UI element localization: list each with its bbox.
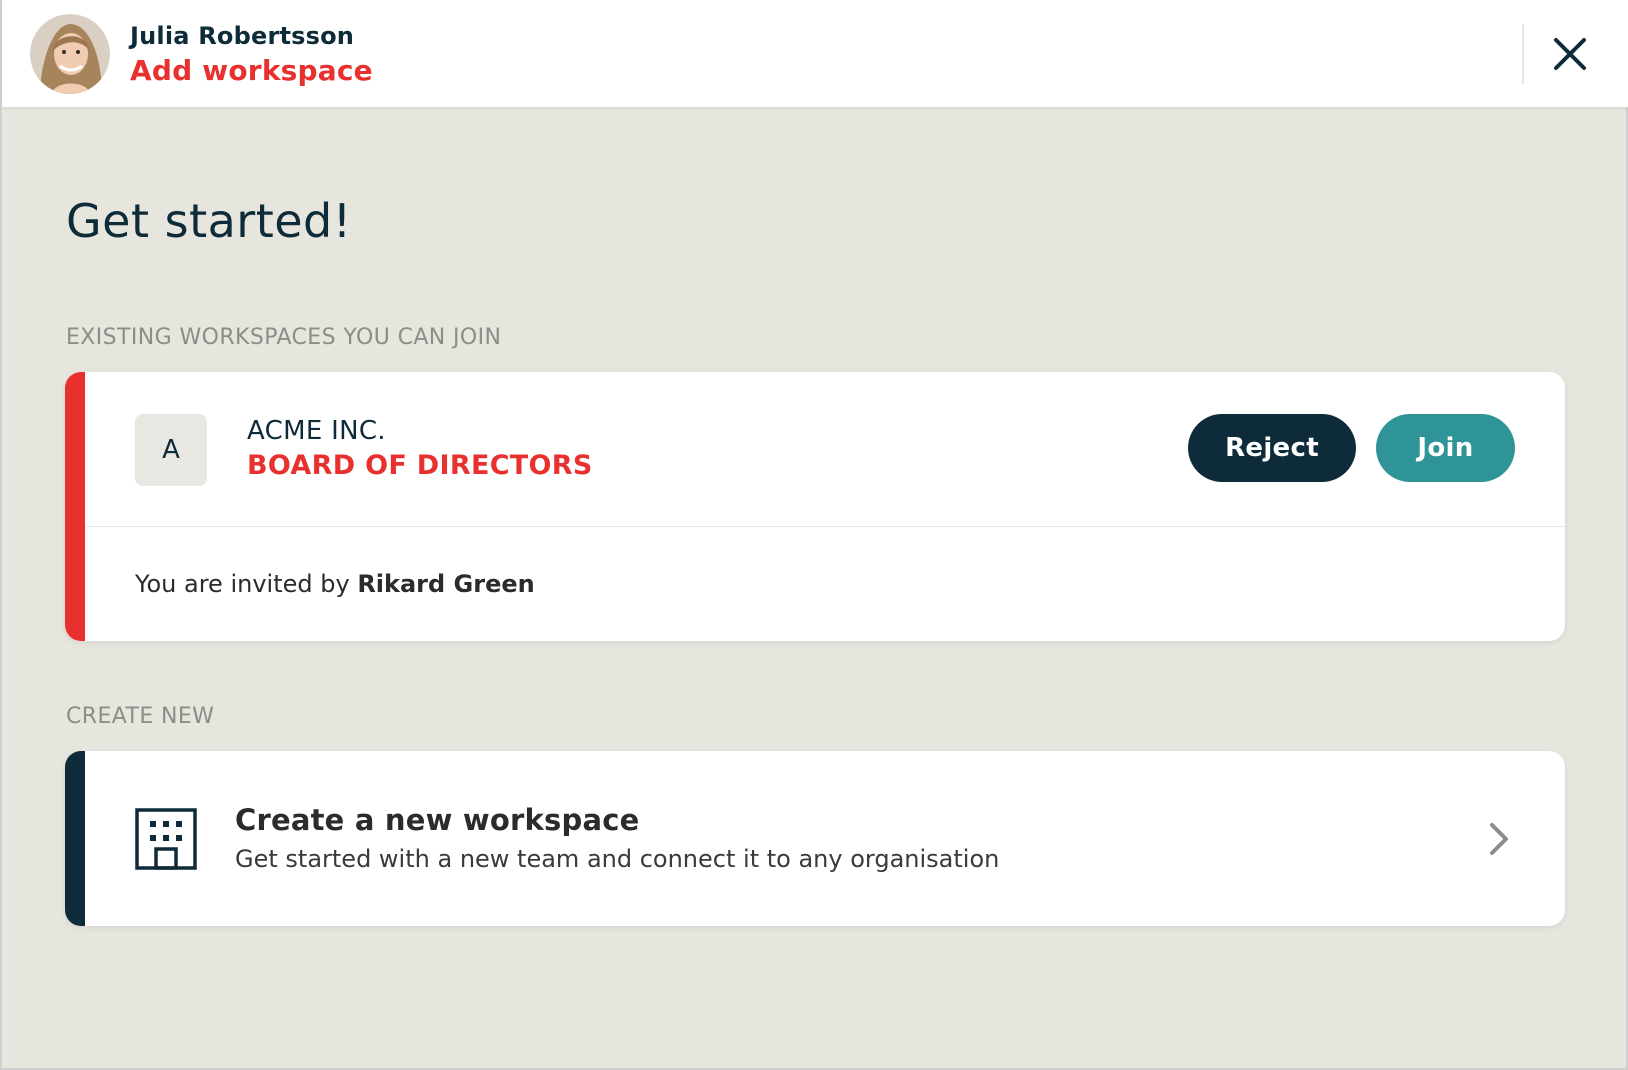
create-workspace-description: Get started with a new team and connect …	[235, 845, 1000, 873]
close-icon	[1554, 38, 1586, 70]
workspace-organisation: ACME INC.	[247, 416, 386, 446]
user-name: Julia Robertsson	[130, 22, 355, 50]
page-title: Get started!	[66, 194, 352, 248]
card-accent-stripe	[65, 372, 85, 641]
existing-workspaces-label: EXISTING WORKSPACES YOU CAN JOIN	[66, 325, 502, 350]
avatar-icon	[30, 14, 110, 94]
inviter-name: Rikard Green	[357, 570, 535, 598]
header-bar: Julia Robertsson Add workspace	[2, 0, 1628, 108]
header-subtitle: Add workspace	[130, 54, 373, 87]
app-window: Julia Robertsson Add workspace Get start…	[0, 0, 1628, 1070]
building-icon	[135, 808, 197, 870]
workspace-name: BOARD OF DIRECTORS	[247, 450, 593, 481]
invited-by-prefix: You are invited by	[135, 570, 350, 598]
header-divider	[1522, 24, 1524, 84]
invited-by-text: You are invited by Rikard Green	[135, 570, 535, 598]
chevron-right-icon	[1485, 821, 1513, 857]
create-new-label: CREATE NEW	[66, 704, 215, 729]
workspace-invite-card: A ACME INC. BOARD OF DIRECTORS Reject Jo…	[65, 372, 1565, 641]
reject-button[interactable]: Reject	[1188, 414, 1356, 482]
create-workspace-card[interactable]: Create a new workspace Get started with …	[65, 751, 1565, 926]
card-accent-stripe	[65, 751, 85, 926]
card-divider	[85, 526, 1565, 527]
close-button[interactable]	[1550, 34, 1590, 74]
workspace-badge: A	[135, 414, 207, 486]
join-button[interactable]: Join	[1376, 414, 1515, 482]
create-workspace-title: Create a new workspace	[235, 803, 640, 837]
user-avatar[interactable]	[30, 14, 110, 94]
